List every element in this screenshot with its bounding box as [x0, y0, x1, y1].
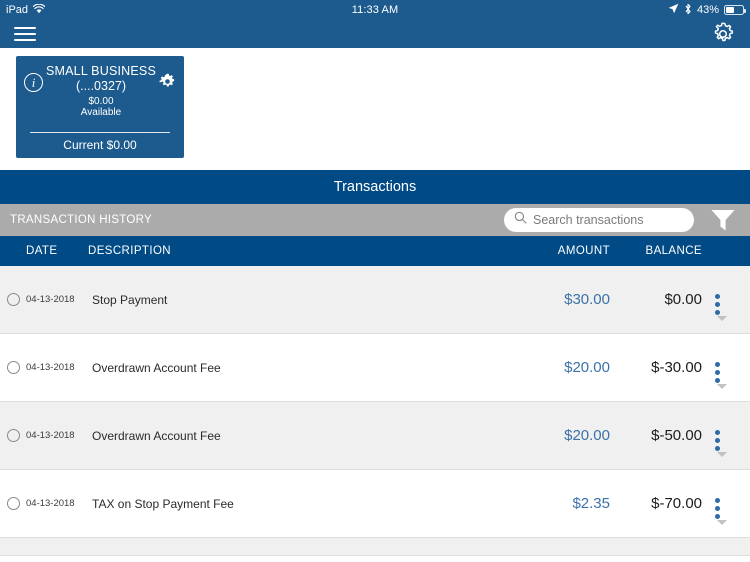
row-amount: $20.00	[564, 359, 610, 376]
row-expand-chevron-down-icon[interactable]	[717, 520, 727, 525]
account-name: SMALL BUSINESS	[45, 64, 156, 78]
row-date: 04-13-2018	[26, 498, 75, 509]
row-select-radio[interactable]	[6, 497, 20, 510]
row-select-cell	[0, 361, 26, 374]
row-select-radio[interactable]	[6, 361, 20, 374]
row-amount: $30.00	[564, 291, 610, 308]
available-balance-amount: $0.00	[88, 95, 114, 107]
transactions-title: Transactions	[333, 179, 417, 195]
row-expand-chevron-down-icon[interactable]	[717, 316, 727, 321]
account-card-top: i SMALL BUSINESS (....0327) $0.00 Availa…	[24, 64, 176, 130]
row-description: TAX on Stop Payment Fee	[92, 496, 234, 511]
info-circle-icon[interactable]: i	[24, 73, 43, 92]
column-header-balance: BALANCE	[645, 245, 702, 257]
row-description: Stop Payment	[92, 292, 168, 307]
row-description: Overdrawn Account Fee	[92, 428, 221, 443]
search-input[interactable]: Search transactions	[504, 208, 694, 232]
app-navigation-bar	[0, 20, 750, 48]
row-overflow-menu-icon[interactable]	[702, 470, 732, 537]
filter-funnel-icon[interactable]	[710, 208, 736, 232]
column-header-description: DESCRIPTION	[88, 245, 171, 257]
row-select-radio[interactable]	[6, 293, 20, 306]
battery-icon	[724, 5, 746, 15]
row-date: 04-13-2018	[26, 430, 75, 441]
row-select-radio[interactable]	[6, 429, 20, 442]
transaction-history-label: TRANSACTION HISTORY	[10, 214, 153, 226]
account-number: (....0327)	[75, 78, 127, 93]
row-expand-chevron-down-icon[interactable]	[717, 384, 727, 389]
bluetooth-icon	[684, 3, 692, 18]
row-overflow-menu-icon[interactable]	[702, 334, 732, 401]
status-bar-right: 43%	[668, 3, 746, 18]
ios-status-bar: iPad 11:33 AM 43%	[0, 0, 750, 20]
table-column-headers: DATE DESCRIPTION AMOUNT BALANCE	[0, 236, 750, 266]
current-balance-label: Current $0.00	[63, 138, 137, 152]
row-overflow-menu-icon[interactable]	[702, 402, 732, 469]
table-row-partial[interactable]	[0, 538, 750, 556]
gear-icon[interactable]	[159, 73, 176, 90]
search-icon	[514, 211, 527, 229]
account-card[interactable]: i SMALL BUSINESS (....0327) $0.00 Availa…	[16, 56, 184, 158]
account-card-details: SMALL BUSINESS (....0327) $0.00 Availabl…	[43, 64, 159, 119]
account-card-region: i SMALL BUSINESS (....0327) $0.00 Availa…	[0, 48, 750, 170]
location-arrow-icon	[668, 3, 679, 17]
row-overflow-menu-icon[interactable]	[702, 266, 732, 333]
status-bar-clock: 11:33 AM	[351, 4, 399, 16]
row-amount: $2.35	[572, 495, 610, 512]
row-date: 04-13-2018	[26, 362, 75, 373]
row-balance: $-70.00	[651, 495, 702, 512]
row-balance: $0.00	[664, 291, 702, 308]
gear-icon[interactable]	[710, 21, 736, 47]
table-row[interactable]: 04-13-2018 Overdrawn Account Fee $20.00 …	[0, 402, 750, 470]
row-expand-chevron-down-icon[interactable]	[717, 452, 727, 457]
row-select-cell	[0, 497, 26, 510]
row-balance: $-30.00	[651, 359, 702, 376]
column-header-amount: AMOUNT	[557, 245, 610, 257]
transaction-history-toolbar: TRANSACTION HISTORY Search transactions	[0, 204, 750, 236]
available-balance-label: Available	[80, 107, 122, 119]
battery-percent-label: 43%	[696, 4, 719, 16]
row-amount: $20.00	[564, 427, 610, 444]
row-balance: $-50.00	[651, 427, 702, 444]
row-select-cell	[0, 429, 26, 442]
row-date: 04-13-2018	[26, 294, 75, 305]
table-row[interactable]: 04-13-2018 Overdrawn Account Fee $20.00 …	[0, 334, 750, 402]
column-header-date: DATE	[26, 245, 58, 257]
transactions-section-header: Transactions	[0, 170, 750, 204]
row-select-cell	[0, 293, 26, 306]
search-input-placeholder: Search transactions	[533, 213, 644, 227]
row-description: Overdrawn Account Fee	[92, 360, 221, 375]
table-row[interactable]: 04-13-2018 Stop Payment $30.00 $0.00	[0, 266, 750, 334]
transaction-list: 04-13-2018 Stop Payment $30.00 $0.00 04-…	[0, 266, 750, 556]
table-row[interactable]: 04-13-2018 TAX on Stop Payment Fee $2.35…	[0, 470, 750, 538]
hamburger-menu-icon[interactable]	[14, 26, 36, 42]
